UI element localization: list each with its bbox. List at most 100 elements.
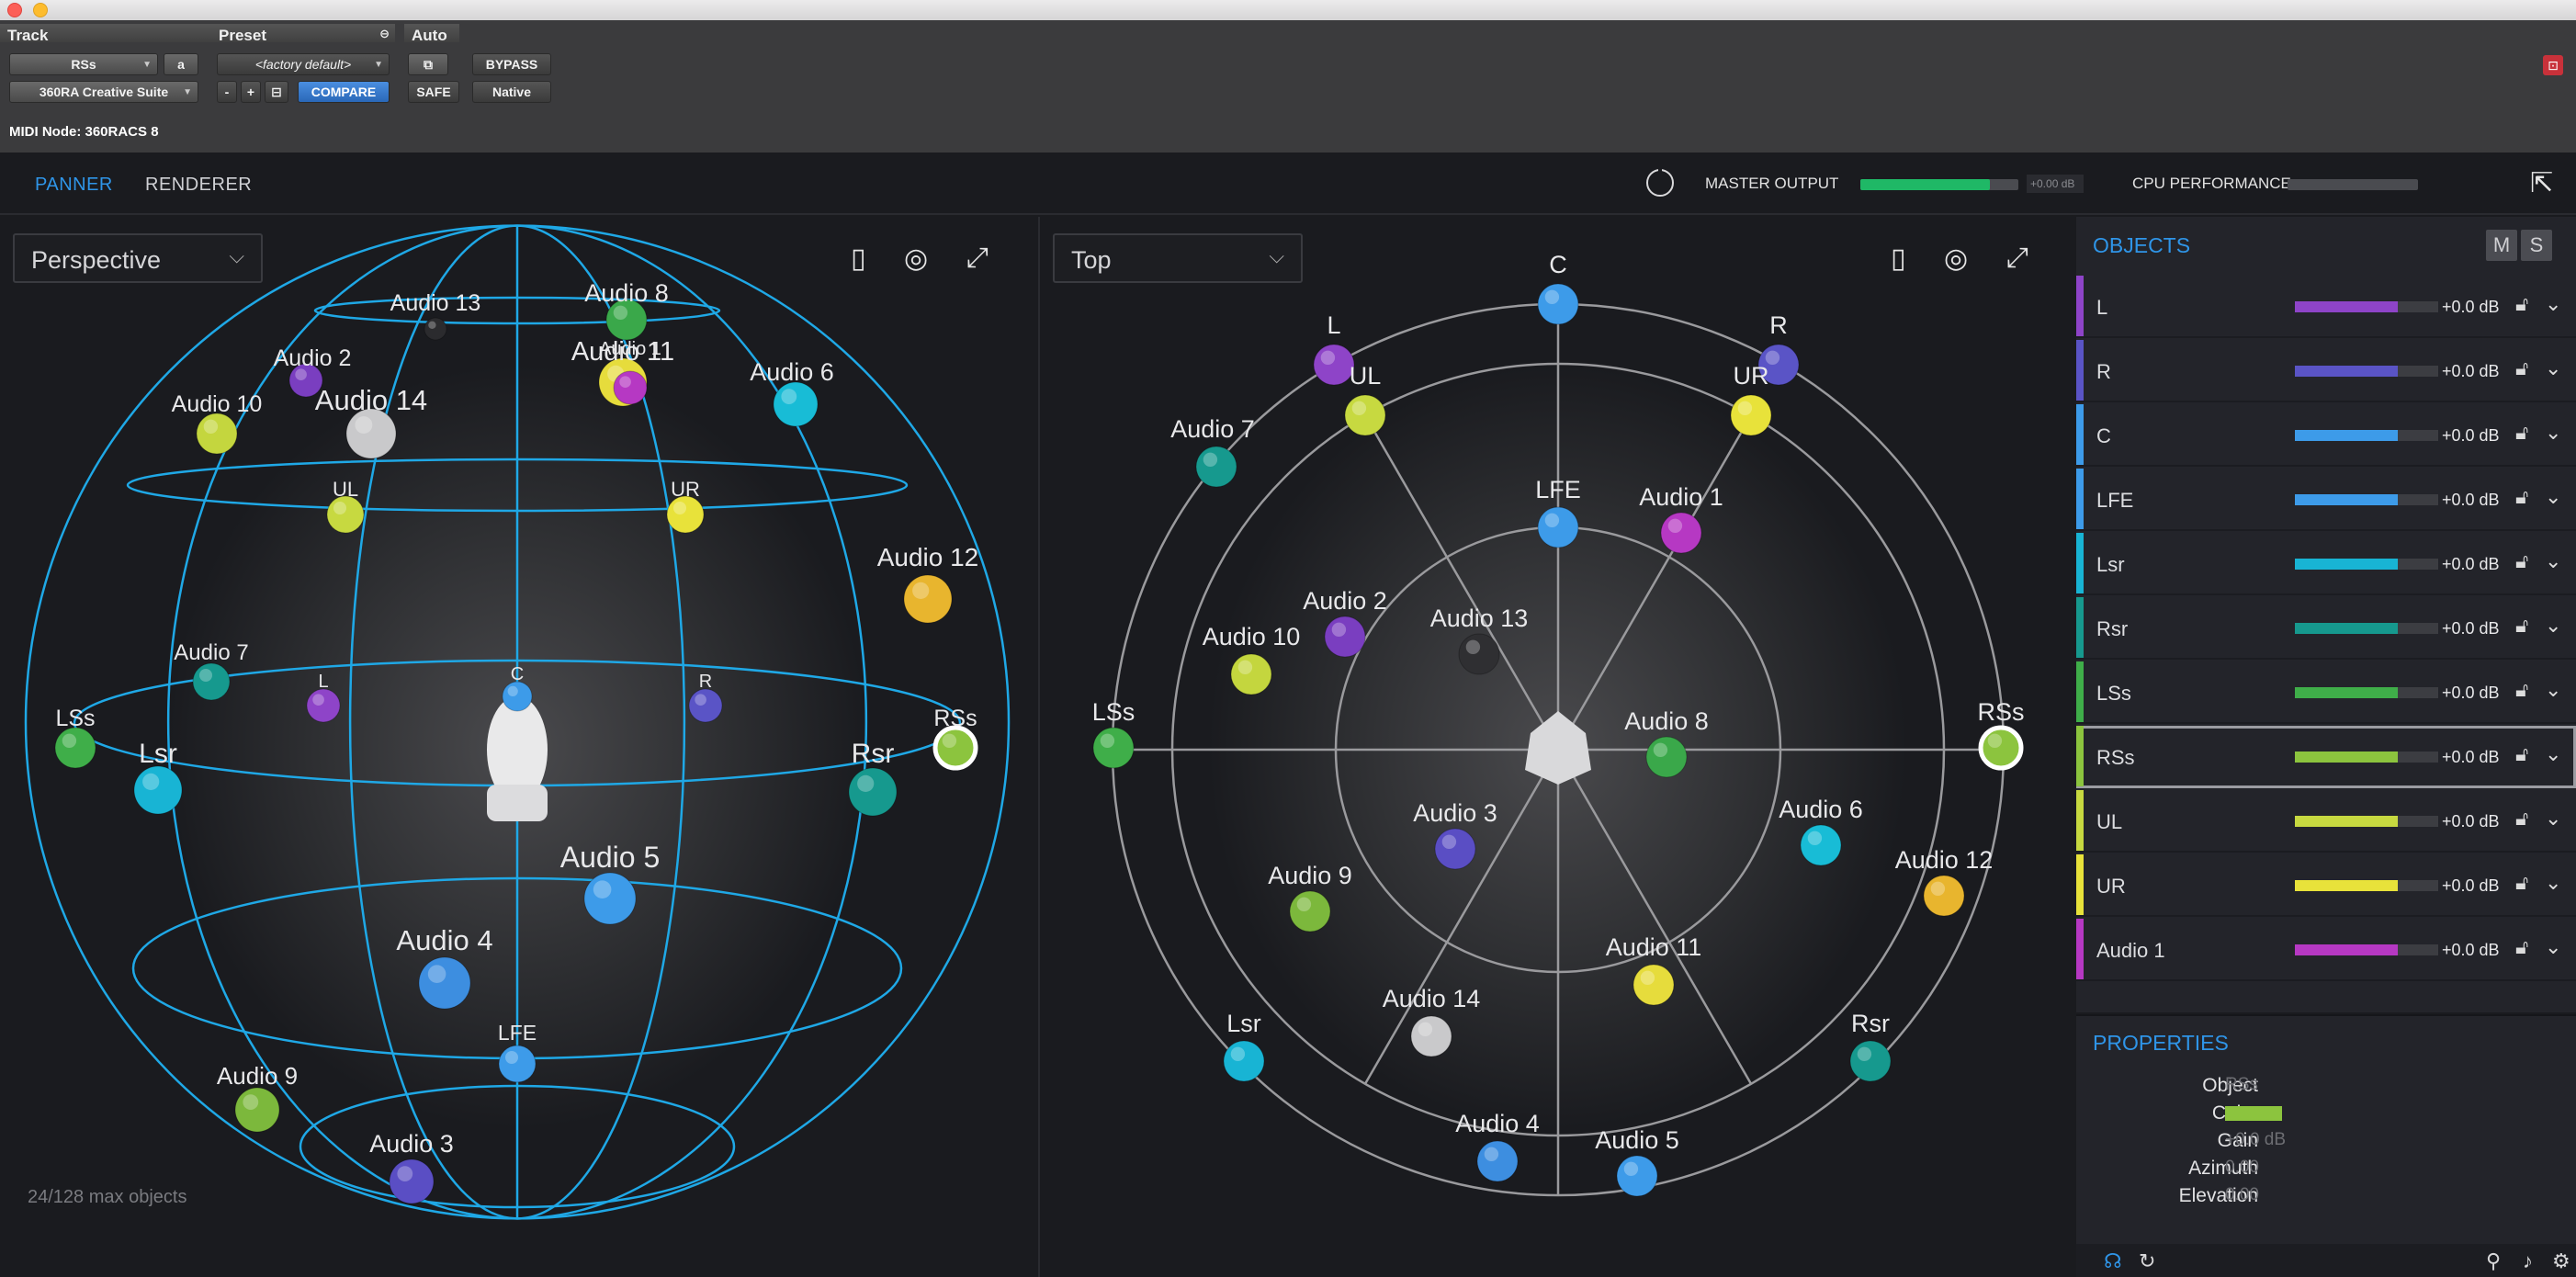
- object-ball-r[interactable]: [688, 688, 723, 723]
- object-row-rss[interactable]: RSs +0.0 dB 🔓︎ ⌄: [2076, 726, 2576, 788]
- lock-icon[interactable]: 🔓︎: [2515, 678, 2528, 702]
- prop-color-swatch[interactable]: [2225, 1106, 2282, 1121]
- object-ball-l[interactable]: [306, 688, 341, 723]
- object-ball-ur[interactable]: [666, 495, 705, 534]
- preset-select[interactable]: <factory default> ▼: [217, 53, 390, 75]
- object-gain[interactable]: +0.0 dB: [2442, 812, 2500, 831]
- object-ball-audio-12[interactable]: [903, 574, 953, 624]
- chevron-down-icon[interactable]: ⌄: [2545, 935, 2561, 959]
- minimize-window-button[interactable]: [33, 3, 48, 17]
- object-gain-meter[interactable]: [2295, 430, 2438, 441]
- object-ball-lss[interactable]: [1092, 727, 1135, 769]
- object-gain-meter[interactable]: [2295, 559, 2438, 570]
- object-gain-meter[interactable]: [2295, 944, 2438, 955]
- object-gain[interactable]: +0.0 dB: [2442, 491, 2500, 510]
- object-row-c[interactable]: C +0.0 dB 🔓︎ ⌄: [2076, 404, 2576, 467]
- object-gain-meter[interactable]: [2295, 623, 2438, 634]
- track-channel-select[interactable]: a: [164, 53, 198, 75]
- object-gain[interactable]: +0.0 dB: [2442, 684, 2500, 703]
- object-gain-meter[interactable]: [2295, 687, 2438, 698]
- object-ball-audio-10[interactable]: [1230, 653, 1272, 695]
- chevron-down-icon[interactable]: ⌄: [2545, 549, 2561, 573]
- object-ball-ur[interactable]: [1730, 394, 1772, 436]
- chevron-down-icon[interactable]: ⌄: [2545, 292, 2561, 316]
- object-ball-rss[interactable]: [932, 725, 978, 771]
- object-ball-audio-14[interactable]: [1410, 1015, 1452, 1057]
- plugin-select[interactable]: 360RA Creative Suite ▼: [9, 81, 198, 103]
- speaker-icon[interactable]: ▯: [851, 243, 866, 275]
- object-ball-audio-3[interactable]: [1434, 828, 1476, 870]
- chevron-down-icon[interactable]: ⌄: [2545, 871, 2561, 895]
- object-ball-audio-10[interactable]: [196, 412, 238, 455]
- object-ball-audio-9[interactable]: [1289, 890, 1331, 932]
- chevron-down-icon[interactable]: ⌄: [2545, 678, 2561, 702]
- object-gain[interactable]: +0.0 dB: [2442, 555, 2500, 574]
- preset-menu-icon[interactable]: ⊖: [379, 27, 390, 41]
- object-gain[interactable]: +0.0 dB: [2442, 362, 2500, 381]
- lock-icon[interactable]: 🔓︎: [2515, 292, 2528, 316]
- object-ball-audio-1[interactable]: [1660, 512, 1702, 554]
- left-view-mode-select[interactable]: Perspective ⌵: [13, 233, 263, 283]
- object-ball-rss[interactable]: [1978, 725, 2024, 771]
- lock-icon[interactable]: 🔓︎: [2515, 742, 2528, 766]
- track-name-select[interactable]: RSs ▼: [9, 53, 158, 75]
- object-ball-audio-1[interactable]: [613, 370, 648, 405]
- object-ball-lsr[interactable]: [1223, 1040, 1265, 1082]
- prop-object-value[interactable]: RSs: [2225, 1075, 2258, 1095]
- tab-panner[interactable]: PANNER: [35, 175, 113, 196]
- expand-icon[interactable]: ⤢: [966, 243, 989, 274]
- eye-off-icon[interactable]: ◎: [904, 243, 928, 275]
- chevron-down-icon[interactable]: ⌄: [2545, 421, 2561, 445]
- object-ball-audio-13[interactable]: [424, 317, 447, 341]
- chevron-down-icon[interactable]: ⌄: [2545, 356, 2561, 380]
- object-ball-audio-5[interactable]: [583, 872, 637, 925]
- compare-window-icon[interactable]: ⧉: [408, 53, 448, 75]
- object-ball-lss[interactable]: [54, 727, 96, 769]
- object-ball-audio-2[interactable]: [1324, 616, 1366, 658]
- object-row-l[interactable]: L +0.0 dB 🔓︎ ⌄: [2076, 276, 2576, 338]
- close-window-button[interactable]: [7, 3, 22, 17]
- object-row-ur[interactable]: UR +0.0 dB 🔓︎ ⌄: [2076, 854, 2576, 917]
- object-gain-meter[interactable]: [2295, 494, 2438, 505]
- object-ball-rsr[interactable]: [848, 767, 898, 817]
- object-gain-meter[interactable]: [2295, 880, 2438, 891]
- object-gain[interactable]: +0.0 dB: [2442, 941, 2500, 960]
- native-button[interactable]: Native: [472, 81, 551, 103]
- object-gain[interactable]: +0.0 dB: [2442, 619, 2500, 638]
- lock-icon[interactable]: 🔓︎: [2515, 356, 2528, 380]
- power-icon[interactable]: [1646, 167, 1674, 197]
- object-row-rsr[interactable]: Rsr +0.0 dB 🔓︎ ⌄: [2076, 597, 2576, 660]
- object-ball-audio-6[interactable]: [773, 381, 819, 427]
- object-ball-c[interactable]: [502, 681, 533, 712]
- chevron-down-icon[interactable]: ⌄: [2545, 485, 2561, 509]
- object-row-lsr[interactable]: Lsr +0.0 dB 🔓︎ ⌄: [2076, 533, 2576, 595]
- object-gain-meter[interactable]: [2295, 752, 2438, 763]
- speaker-icon[interactable]: ▯: [1891, 243, 1906, 275]
- object-gain-meter[interactable]: [2295, 816, 2438, 827]
- perspective-canvas[interactable]: Audio 13 Audio 8Audio 2 Audio 11Audio 1Aud…: [0, 217, 1036, 1277]
- object-ball-lsr[interactable]: [133, 765, 183, 815]
- object-ball-audio-11[interactable]: [1633, 964, 1675, 1006]
- compare-button[interactable]: COMPARE: [298, 81, 390, 103]
- tab-renderer[interactable]: RENDERER: [145, 175, 252, 196]
- object-ball-ul[interactable]: [326, 495, 365, 534]
- chevron-down-icon[interactable]: ⌄: [2545, 807, 2561, 831]
- object-ball-ul[interactable]: [1344, 394, 1386, 436]
- lock-icon[interactable]: 🔓︎: [2515, 871, 2528, 895]
- object-gain[interactable]: +0.0 dB: [2442, 298, 2500, 317]
- safe-button[interactable]: SAFE: [408, 81, 459, 103]
- lock-icon[interactable]: 🔓︎: [2515, 485, 2528, 509]
- object-ball-lfe[interactable]: [498, 1045, 537, 1083]
- object-ball-audio-9[interactable]: [234, 1087, 280, 1133]
- bell-icon[interactable]: ♪: [2523, 1249, 2533, 1273]
- prop-elevation-value[interactable]: 0.00: [2225, 1185, 2259, 1205]
- object-ball-audio-13[interactable]: [1458, 633, 1500, 675]
- gear-icon[interactable]: ⚙: [2552, 1249, 2570, 1273]
- object-ball-audio-8[interactable]: [1645, 736, 1688, 778]
- object-gain[interactable]: +0.0 dB: [2442, 748, 2500, 767]
- object-ball-audio-6[interactable]: [1800, 824, 1842, 866]
- popout-icon[interactable]: ⇱: [2530, 167, 2553, 199]
- preset-prev-button[interactable]: -: [217, 81, 237, 103]
- prop-gain-value[interactable]: +0.0 dB: [2225, 1130, 2286, 1150]
- headphones-icon[interactable]: ☊: [2104, 1249, 2122, 1273]
